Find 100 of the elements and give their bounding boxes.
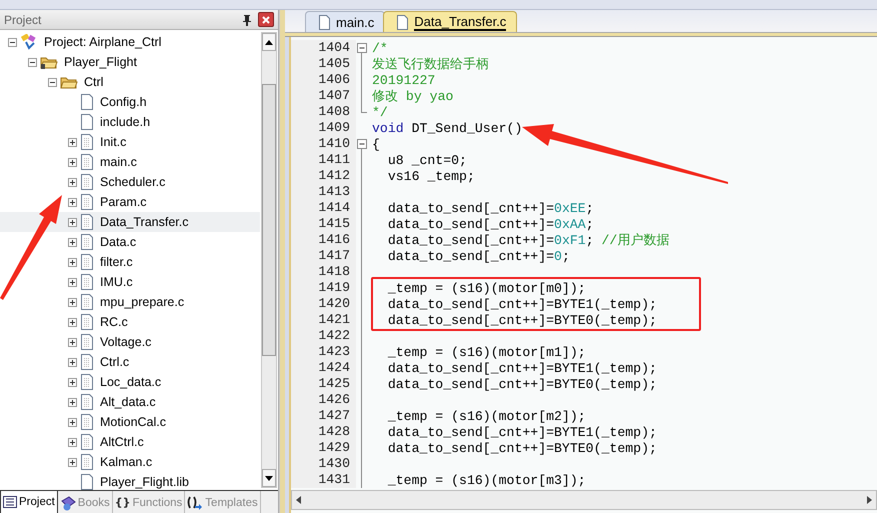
expand-toggle[interactable] (68, 218, 77, 226)
scroll-right-icon (867, 496, 872, 504)
line-number: 1408 (291, 104, 356, 120)
expand-toggle[interactable] (68, 458, 77, 466)
tree-item[interactable]: Ctrl (81, 74, 106, 90)
file-icon (80, 394, 94, 410)
fold-toggle[interactable] (357, 139, 367, 149)
line-number: 1404 (291, 40, 356, 56)
tree-item[interactable]: Player_Flight (61, 54, 140, 70)
expand-toggle[interactable] (68, 178, 77, 186)
close-button[interactable] (258, 12, 274, 27)
expand-toggle[interactable] (68, 238, 77, 246)
collapse-toggle[interactable] (48, 78, 57, 86)
expand-toggle[interactable] (68, 418, 77, 426)
code-line: data_to_send[_cnt++]=0xAA; (386, 216, 594, 232)
tree-item[interactable]: Init.c (97, 134, 130, 150)
plus-icon (69, 258, 76, 266)
tree-item[interactable]: Player_Flight.lib (97, 474, 192, 490)
fold-toggle[interactable] (357, 43, 367, 53)
line-number: 1413 (291, 184, 356, 200)
list-icon (3, 496, 17, 508)
plus-icon (69, 138, 76, 146)
pin-icon[interactable] (242, 14, 252, 26)
expand-toggle[interactable] (68, 398, 77, 406)
plus-icon (69, 238, 76, 246)
tree-item[interactable]: Config.h (97, 94, 150, 110)
tree-item[interactable]: Scheduler.c (97, 174, 168, 190)
code-line: data_to_send[_cnt++]=BYTE0(_temp); (386, 440, 657, 456)
tree-item[interactable]: RC.c (97, 314, 131, 330)
plus-icon (69, 298, 76, 306)
expand-toggle[interactable] (68, 198, 77, 206)
expand-toggle[interactable] (68, 438, 77, 446)
code-line: data_to_send[_cnt++]=0xF1; //用户数据 (386, 232, 670, 249)
line-number: 1406 (291, 72, 356, 88)
project-icon (20, 34, 38, 50)
plus-icon (69, 358, 76, 366)
panel-title: Project (4, 12, 42, 26)
expand-toggle[interactable] (68, 138, 77, 146)
plus-icon (69, 158, 76, 166)
tree-item[interactable]: include.h (97, 114, 154, 130)
plus-icon (69, 278, 76, 286)
tree-item[interactable]: AltCtrl.c (97, 434, 147, 450)
file-icon (318, 14, 330, 30)
collapse-toggle[interactable] (8, 38, 17, 46)
file-icon (80, 314, 94, 330)
expand-toggle[interactable] (68, 358, 77, 366)
plus-icon (69, 398, 76, 406)
file-icon (80, 374, 94, 390)
file-icon (80, 94, 94, 110)
tree-item[interactable]: Param.c (97, 194, 150, 210)
code-line: _temp = (s16)(motor[m0]); (386, 280, 586, 296)
file-icon (80, 294, 94, 310)
scrollbar[interactable] (261, 32, 277, 488)
file-icon (80, 354, 94, 370)
panel-tab[interactable]: Project (0, 491, 58, 513)
tree-item[interactable]: main.c (97, 154, 140, 170)
code-line: data_to_send[_cnt++]=BYTE0(_temp); (386, 312, 657, 328)
line-number: 1405 (291, 56, 356, 72)
editor-tab[interactable]: main.c (305, 11, 386, 32)
file-icon (80, 134, 94, 150)
tree-item[interactable]: mpu_prepare.c (97, 294, 188, 310)
line-number: 1426 (291, 392, 356, 408)
tree-item[interactable]: Voltage.c (97, 334, 154, 350)
panel-tab[interactable]: {} Functions (112, 491, 186, 513)
expand-toggle[interactable] (68, 158, 77, 166)
tree-item[interactable]: Kalman.c (97, 454, 156, 470)
code-line: data_to_send[_cnt++]=BYTE1(_temp); (386, 360, 657, 376)
file-icon (80, 254, 94, 270)
expand-toggle[interactable] (68, 318, 77, 326)
plus-icon (69, 438, 76, 446)
tree-item[interactable]: filter.c (97, 254, 136, 270)
code-line: 修改 by yao (371, 88, 454, 105)
tree-item[interactable]: Data.c (97, 234, 140, 250)
expand-toggle[interactable] (68, 298, 77, 306)
collapse-toggle[interactable] (28, 58, 37, 66)
plus-icon (69, 338, 76, 346)
line-number: 1412 (291, 168, 356, 184)
file-icon (80, 414, 94, 430)
code-line: 发送飞行数据给手柄 (371, 56, 489, 73)
line-number: 1424 (291, 360, 356, 376)
expand-toggle[interactable] (68, 258, 77, 266)
tree-item[interactable]: Loc_data.c (97, 374, 164, 390)
scrollbar[interactable] (291, 490, 877, 510)
tree-item[interactable]: IMU.c (97, 274, 136, 290)
expand-toggle[interactable] (68, 278, 77, 286)
code-line: 20191227 (371, 72, 436, 88)
code-line: _temp = (s16)(motor[m1]); (386, 344, 586, 360)
plus-icon (69, 418, 76, 426)
file-icon (80, 474, 94, 490)
expand-toggle[interactable] (68, 378, 77, 386)
expand-toggle[interactable] (68, 338, 77, 346)
scroll-up-icon (265, 40, 273, 44)
tree-item[interactable]: Project: Airplane_Ctrl (41, 34, 164, 50)
tree-item[interactable]: Alt_data.c (97, 394, 159, 410)
file-icon (80, 274, 94, 290)
code-line: data_to_send[_cnt++]=BYTE1(_temp); (386, 424, 657, 440)
tree-item[interactable]: MotionCal.c (97, 414, 169, 430)
tree-item[interactable]: Ctrl.c (97, 354, 132, 370)
editor-tab[interactable]: Data_Transfer.c (383, 11, 518, 32)
close-icon (262, 16, 270, 24)
